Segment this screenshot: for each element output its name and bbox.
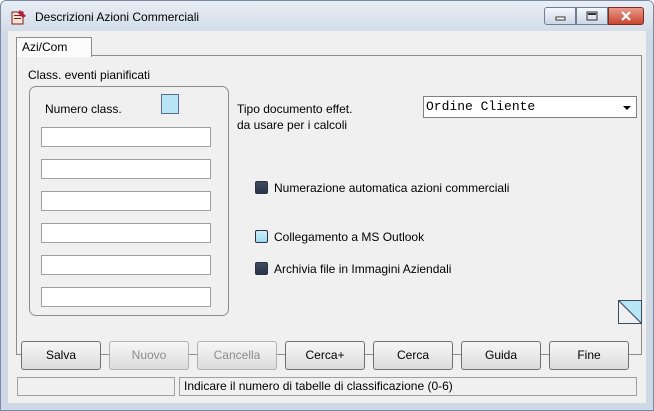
fine-button[interactable]: Fine — [549, 341, 629, 370]
numerazione-label: Numerazione automatica azioni commercial… — [274, 181, 510, 195]
cancella-button[interactable]: Cancella — [197, 341, 277, 370]
archivia-label: Archivia file in Immagini Aziendali — [274, 262, 452, 276]
nuovo-button[interactable]: Nuovo — [109, 341, 189, 370]
outlook-checkbox[interactable] — [255, 230, 268, 243]
tipo-documento-label: Tipo documento effet. da usare per i cal… — [237, 101, 352, 133]
dropdown-button[interactable] — [619, 98, 635, 116]
archivia-checkbox[interactable] — [255, 262, 268, 275]
tipo-documento-value: Ordine Cliente — [426, 99, 536, 114]
tipo-label-line2: da usare per i calcoli — [237, 118, 348, 132]
numerazione-checkbox[interactable] — [255, 181, 268, 194]
status-message: Indicare il numero di tabelle di classif… — [179, 377, 637, 396]
guida-button[interactable]: Guida — [461, 341, 541, 370]
cerca-plus-button[interactable]: Cerca+ — [285, 341, 365, 370]
classification-field-3[interactable] — [41, 191, 211, 211]
tipo-documento-select[interactable]: Ordine Cliente — [423, 96, 637, 118]
classification-field-2[interactable] — [41, 159, 211, 179]
classification-field-6[interactable] — [41, 287, 211, 307]
maximize-button[interactable] — [576, 7, 608, 25]
resize-corner-icon — [618, 300, 642, 324]
tipo-label-line1: Tipo documento effet. — [237, 102, 353, 116]
classification-field-4[interactable] — [41, 223, 211, 243]
classification-field-1[interactable] — [41, 127, 211, 147]
chevron-down-icon — [623, 106, 631, 110]
status-left-pane — [17, 377, 175, 396]
app-icon — [11, 10, 26, 25]
close-icon — [621, 11, 631, 21]
maximize-icon — [586, 11, 598, 21]
title-bar: Descrizioni Azioni Commerciali — [1, 1, 653, 31]
cerca-button[interactable]: Cerca — [373, 341, 453, 370]
numero-class-color-box[interactable] — [161, 94, 179, 114]
minimize-button[interactable] — [544, 7, 576, 25]
tab-azi-com[interactable]: Azi/Com — [16, 37, 92, 57]
app-window: Descrizioni Azioni Commerciali Azi/Com C… — [0, 0, 654, 411]
minimize-icon — [555, 16, 566, 21]
outlook-label: Collegamento a MS Outlook — [274, 230, 425, 244]
classification-field-5[interactable] — [41, 255, 211, 275]
client-area: Azi/Com Class. eventi pianificati Numero… — [8, 31, 646, 403]
numero-class-label: Numero class. — [45, 102, 122, 116]
window-title: Descrizioni Azioni Commerciali — [35, 10, 200, 24]
group-label: Class. eventi pianificati — [28, 68, 151, 82]
salva-button[interactable]: Salva — [21, 341, 101, 370]
close-button[interactable] — [608, 7, 644, 25]
